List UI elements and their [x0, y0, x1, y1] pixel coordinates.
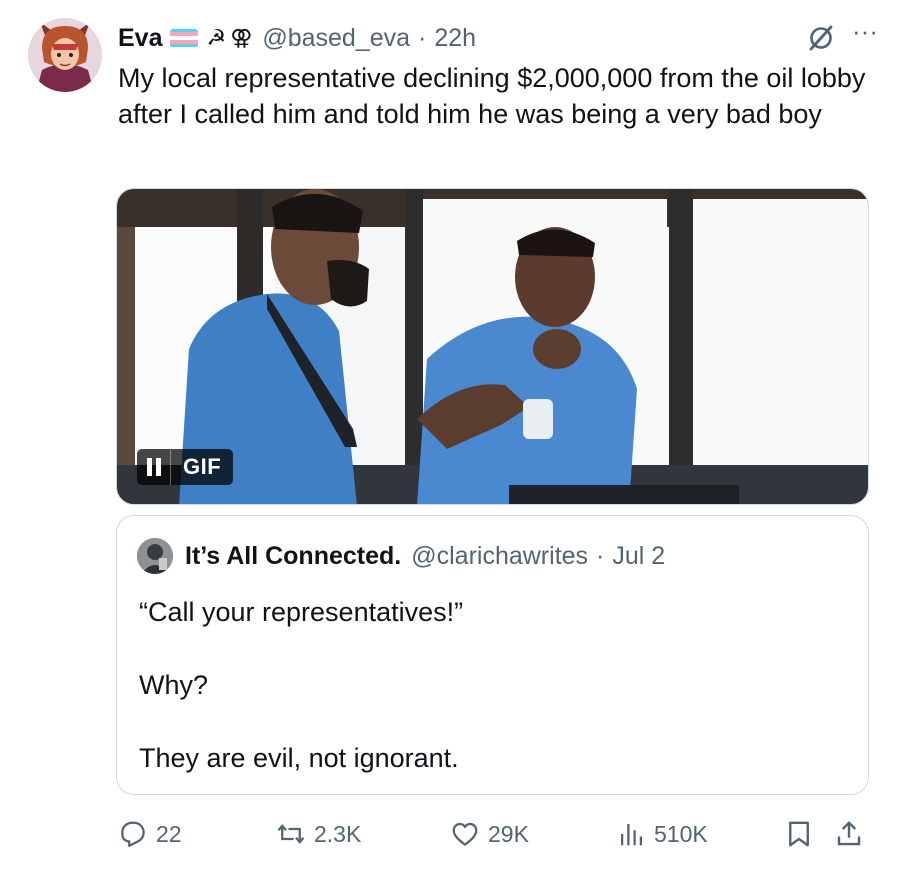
reply-count: 22 [156, 820, 182, 847]
quote-text: “Call your representatives!” Why? They a… [139, 594, 463, 813]
quote-avatar-image [137, 538, 173, 574]
handle[interactable]: @based_eva [262, 24, 410, 53]
quote-line: They are evil, not ignorant. [139, 743, 459, 773]
reply-icon [121, 821, 145, 847]
feminist-symbol-icon: ⚢ [230, 25, 253, 50]
trans-flag-icon [170, 28, 199, 48]
quoted-tweet[interactable]: It’s All Connected. @clarichawrites · Ju… [116, 515, 869, 795]
heart-icon [452, 822, 478, 846]
display-name[interactable]: Eva [118, 24, 162, 53]
share-icon [837, 821, 861, 846]
bookmark-button[interactable] [784, 814, 814, 854]
more-icon[interactable]: ··· [850, 18, 880, 53]
share-button[interactable] [834, 814, 864, 854]
action-bar: 22 2.3K 29K 510K [116, 814, 873, 854]
gif-media[interactable]: GIF [116, 188, 869, 505]
quote-date[interactable]: Jul 2 [612, 542, 665, 571]
quote-avatar[interactable] [137, 538, 173, 574]
reply-button[interactable]: 22 [118, 814, 182, 854]
like-button[interactable]: 29K [450, 814, 529, 854]
gif-label: GIF [183, 454, 222, 479]
views-icon [621, 824, 642, 846]
pause-icon[interactable] [137, 449, 171, 485]
avatar[interactable] [28, 18, 102, 92]
gif-badge[interactable]: GIF [137, 449, 234, 485]
views-count: 510K [654, 820, 708, 847]
avatar-image [28, 18, 102, 92]
timestamp[interactable]: 22h [434, 24, 476, 53]
quote-line: Why? [139, 670, 209, 700]
quote-separator-dot: · [596, 541, 605, 570]
like-count: 29K [488, 820, 529, 847]
tweet-text: My local representative declining $2,000… [118, 63, 866, 129]
hammer-sickle-icon: ☭ [206, 25, 227, 50]
repost-icon [277, 824, 305, 844]
grok-icon[interactable] [806, 23, 836, 53]
quote-line: “Call your representatives!” [139, 597, 464, 627]
tweet[interactable]: Eva ☭ ⚢ @based_eva · 22h ··· My local re… [0, 0, 900, 884]
quoted-tweet-header: It’s All Connected. @clarichawrites · Ju… [137, 538, 665, 574]
quote-handle[interactable]: @clarichawrites [411, 542, 588, 571]
repost-button[interactable]: 2.3K [276, 814, 361, 854]
separator-dot: · [418, 23, 427, 52]
views-button[interactable]: 510K [616, 814, 708, 854]
repost-count: 2.3K [314, 820, 362, 847]
tweet-header: Eva ☭ ⚢ @based_eva · 22h ··· [118, 18, 880, 54]
bookmark-icon [789, 821, 809, 847]
quote-display-name[interactable]: It’s All Connected. [185, 542, 401, 571]
